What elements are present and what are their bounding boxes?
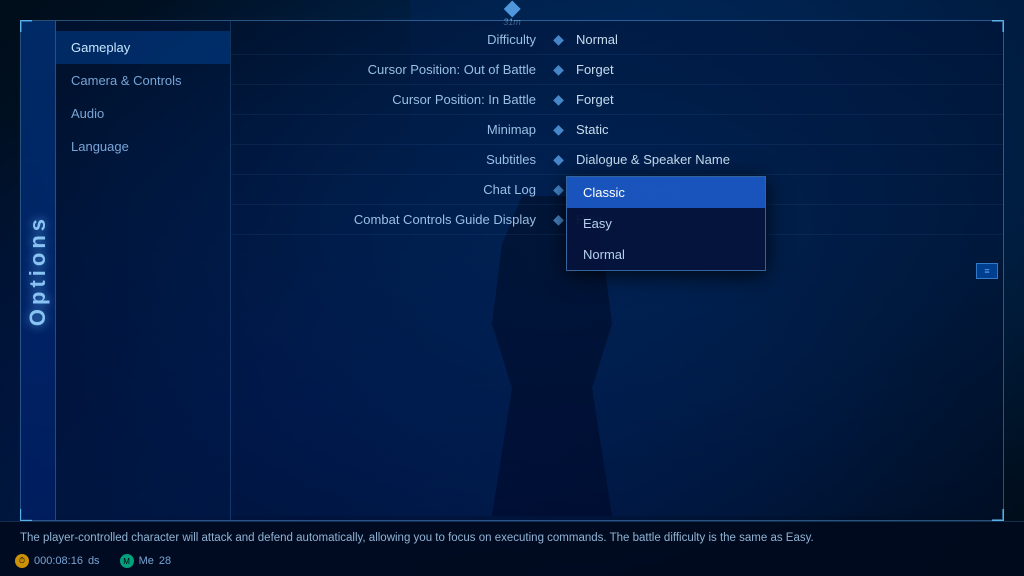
sidebar-item-audio[interactable]: Audio [56,97,230,130]
combat-guide-separator: ◆ [551,211,566,228]
status-description: The player-controlled character will att… [0,522,1024,550]
setting-row-cursor-out: Cursor Position: Out of Battle ◆ Forget [231,55,1003,85]
map-info: M Me 28 [120,554,172,568]
main-panel: 31m Options Gameplay Camera & Controls A… [20,20,1004,521]
options-sidebar: Options [21,21,56,520]
map-icon: M [120,554,134,568]
subtitles-label: Subtitles [231,152,551,167]
map-value: 28 [159,555,171,567]
dropdown-item-easy[interactable]: Easy [567,208,765,239]
sidebar-item-language[interactable]: Language [56,130,230,163]
setting-row-cursor-in: Cursor Position: In Battle ◆ Forget [231,85,1003,115]
sidebar-item-gameplay[interactable]: Gameplay [56,31,230,64]
setting-row-subtitles: Subtitles ◆ Dialogue & Speaker Name [231,145,1003,175]
difficulty-separator: ◆ [551,31,566,48]
left-navigation: Gameplay Camera & Controls Audio Languag… [56,21,231,520]
status-bar: The player-controlled character will att… [0,521,1024,576]
dropdown-item-classic[interactable]: Classic [567,177,765,208]
minimap-separator: ◆ [551,121,566,138]
subtitles-separator: ◆ [551,151,566,168]
subtitles-value[interactable]: Dialogue & Speaker Name [566,152,1003,167]
play-time: ⏱ 000:08:16 ds [15,554,100,568]
cursor-in-label: Cursor Position: In Battle [231,92,551,107]
difficulty-value[interactable]: Normal [566,32,1003,47]
chat-log-value[interactable]: Dialogue & Speake… Classic Easy Normal [566,181,1003,197]
time-value: 000:08:16 [34,555,83,567]
top-diamond [504,1,521,18]
clock-icon: ⏱ [15,554,29,568]
blue-indicator: ≡ [976,263,998,279]
setting-row-minimap: Minimap ◆ Static [231,115,1003,145]
content-area: ≡ Difficulty ◆ Normal Cursor Position: O… [231,21,1003,520]
cursor-in-value[interactable]: Forget [566,92,1003,107]
time-label: ds [88,555,100,567]
map-icon-label: Me [139,555,154,567]
chat-log-dropdown[interactable]: Classic Easy Normal [566,176,766,271]
chat-log-separator: ◆ [551,181,566,198]
cursor-out-separator: ◆ [551,61,566,78]
dropdown-item-normal[interactable]: Normal [567,239,765,270]
minimap-label: Minimap [231,122,551,137]
status-bottom: ⏱ 000:08:16 ds M Me 28 [0,550,1024,572]
sidebar-item-camera[interactable]: Camera & Controls [56,64,230,97]
chat-log-label: Chat Log [231,182,551,197]
cursor-out-label: Cursor Position: Out of Battle [231,62,551,77]
combat-guide-label: Combat Controls Guide Display [231,212,551,227]
setting-row-chat-log: Chat Log ◆ Dialogue & Speake… Classic Ea… [231,175,1003,205]
minimap-value[interactable]: Static [566,122,1003,137]
difficulty-label: Difficulty [231,32,551,47]
settings-list: Difficulty ◆ Normal Cursor Position: Out… [231,21,1003,235]
options-title: Options [25,215,51,326]
cursor-in-separator: ◆ [551,91,566,108]
setting-row-difficulty: Difficulty ◆ Normal [231,21,1003,55]
cursor-out-value[interactable]: Forget [566,62,1003,77]
